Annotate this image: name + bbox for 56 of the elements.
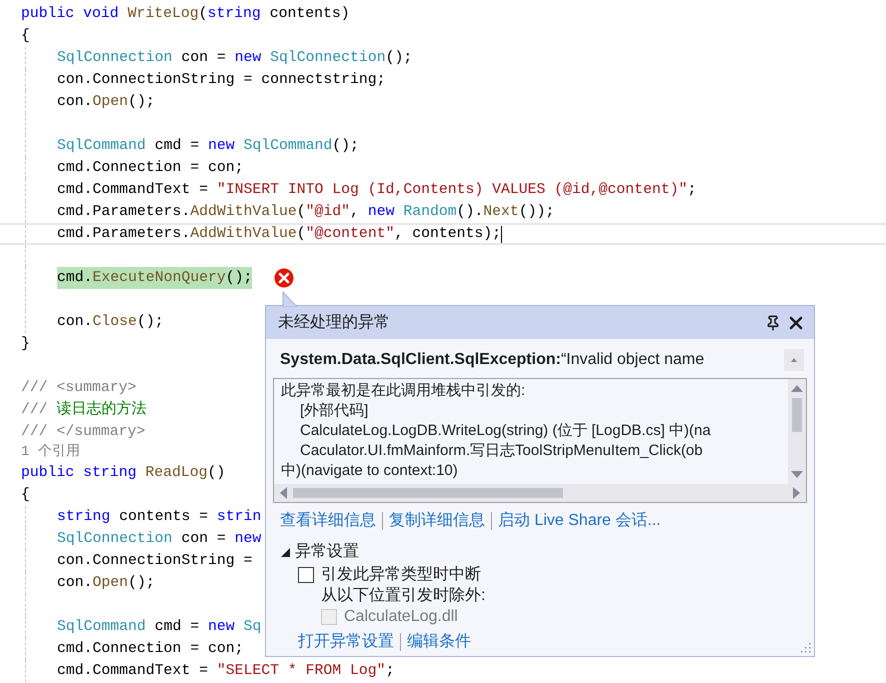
code-line: } xyxy=(21,335,30,354)
except-label: 从以下位置引发时除外: xyxy=(320,586,486,606)
details-link[interactable]: 启动 Live Share 会话... xyxy=(498,509,661,533)
settings-link[interactable]: 编辑条件 xyxy=(407,630,471,654)
scrollbar-thumb[interactable] xyxy=(792,398,802,432)
code-line: SqlConnection con = new xyxy=(57,530,262,549)
horizontal-scrollbar[interactable] xyxy=(274,484,806,502)
code-line: con.ConnectionString = connectstring; xyxy=(57,71,386,90)
resize-grip-icon[interactable] xyxy=(799,641,811,653)
text-cursor xyxy=(501,226,502,242)
stack-line: Caculator.UI.fmMainform.写日志ToolStripMenuItem_Click(ob xyxy=(299,441,704,461)
code-line: SqlConnection con = new SqlConnection(); xyxy=(57,49,412,68)
code-line: SqlCommand cmd = new SqlCommand(); xyxy=(57,137,359,156)
code-line: cmd.CommandText = "SELECT * FROM Log"; xyxy=(57,662,394,681)
code-line: { xyxy=(21,27,30,46)
exception-message: System.Data.SqlClient.SqlException:“Invalid object name xyxy=(280,350,706,370)
scroll-up-icon[interactable] xyxy=(791,385,803,392)
code-line: con.Close(); xyxy=(57,313,164,332)
details-link[interactable]: 查看详细信息 xyxy=(280,509,376,533)
code-line: con.Open(); xyxy=(57,93,155,112)
checkbox-label: 引发此异常类型时中断 xyxy=(321,564,481,585)
code-line: con.Open(); xyxy=(57,574,155,593)
settings-heading: 异常设置 xyxy=(295,542,359,562)
code-line: SqlCommand cmd = new Sq xyxy=(57,618,262,637)
stack-line: [外部代码] xyxy=(299,401,370,421)
details-link[interactable]: 复制详细信息 xyxy=(389,509,485,533)
code-line: { xyxy=(21,486,30,505)
code-line: public void WriteLog(string contents) xyxy=(21,5,350,24)
scroll-left-icon[interactable] xyxy=(280,487,287,499)
stack-line: CalculateLog.LogDB.WriteLog(string) (位于 [LogDB.cs] 中)(na xyxy=(299,421,712,441)
stack-line: 此异常最初是在此调用堆栈中引发的: xyxy=(281,381,526,401)
scroll-right-icon[interactable] xyxy=(793,487,800,499)
code-line: cmd.CommandText = "INSERT INTO Log (Id,Contents) VALUES (@id,@content)"; xyxy=(57,181,696,200)
code-line: con.ConnectionString = xyxy=(57,552,252,571)
code-line: public string ReadLog() xyxy=(21,464,226,483)
checkbox[interactable] xyxy=(298,566,314,582)
vertical-scrollbar[interactable] xyxy=(788,379,806,484)
code-line: /// </summary> xyxy=(21,423,146,442)
code-line: string contents = strin xyxy=(57,508,262,527)
reference-count[interactable]: 1 个引用 xyxy=(21,443,80,462)
stack-line: 中)(navigate to context:10) xyxy=(281,461,459,481)
scroll-up-icon[interactable] xyxy=(791,358,797,362)
code-line: cmd.Connection = con; xyxy=(57,159,244,178)
message-scrollbar[interactable] xyxy=(784,349,804,371)
scroll-down-icon[interactable] xyxy=(791,471,803,478)
scrollbar-thumb[interactable] xyxy=(293,488,563,498)
settings-link[interactable]: 打开异常设置 xyxy=(298,630,394,654)
code-line: /// <summary> xyxy=(21,379,136,398)
code-line: /// 读日志的方法 xyxy=(21,399,147,420)
module-label: CalculateLog.dll xyxy=(344,607,458,627)
code-line: cmd.Parameters.AddWithValue("@id", new Random().Next()); xyxy=(57,203,554,222)
error-icon[interactable] xyxy=(274,268,294,288)
code-line: cmd.Parameters.AddWithValue("@content", contents); xyxy=(57,225,502,243)
expanded-triangle-icon[interactable] xyxy=(281,548,290,556)
code-line: cmd.Connection = con; xyxy=(57,640,244,659)
popup-title: 未经处理的异常 xyxy=(278,312,391,332)
